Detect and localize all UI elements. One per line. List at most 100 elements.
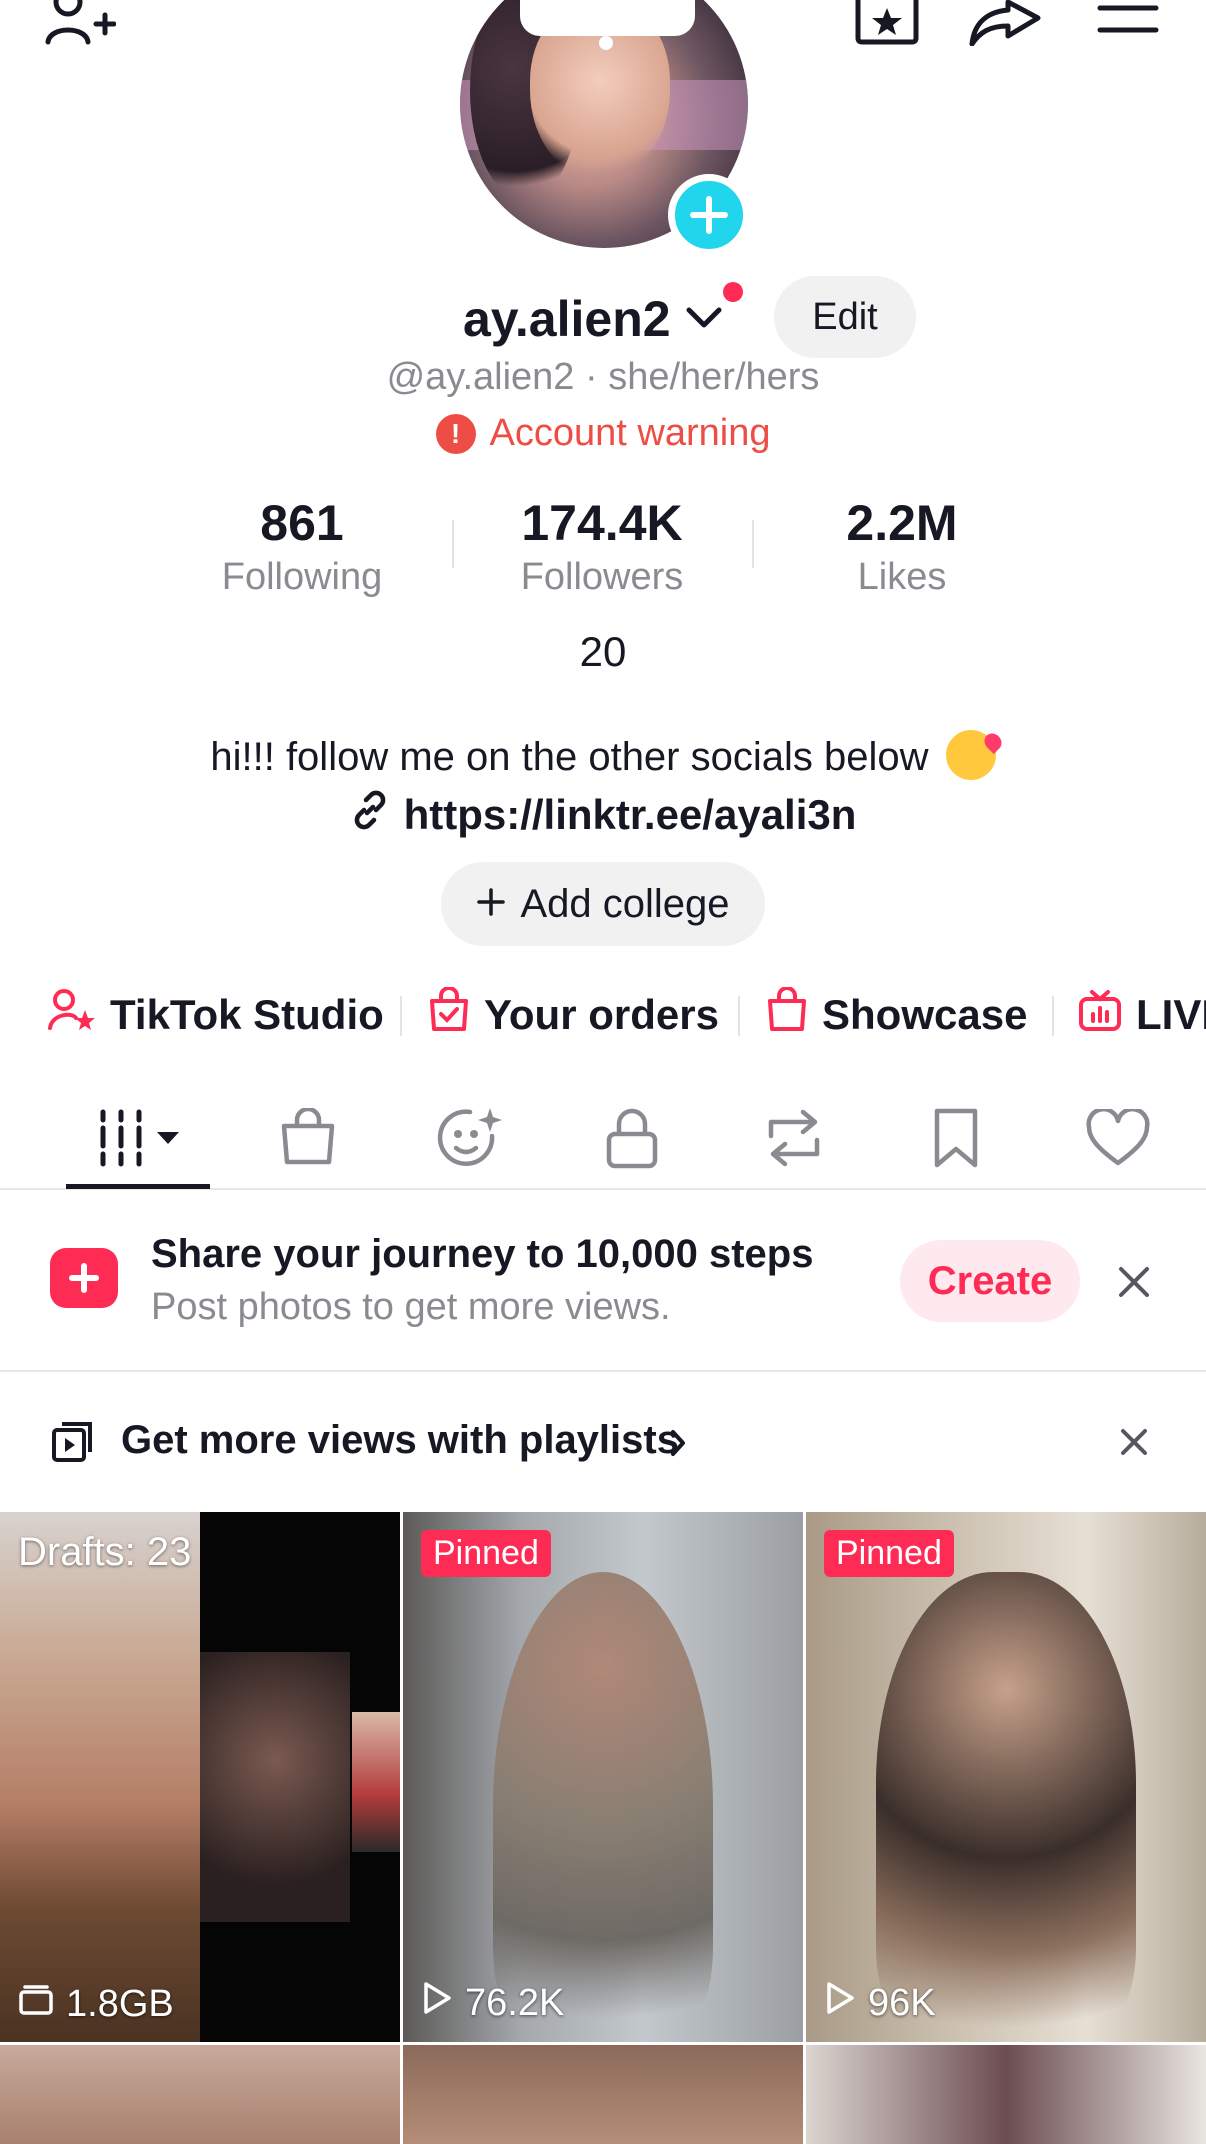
add-college-button[interactable]: Add college — [441, 862, 765, 946]
notification-dot — [723, 282, 743, 302]
steps-banner: Share your journey to 10,000 steps Post … — [0, 1192, 1206, 1372]
tile-stat-value: 1.8GB — [66, 1983, 174, 2025]
draft-thumbnail — [352, 1712, 400, 1852]
plus-icon — [476, 882, 506, 927]
lock-icon — [604, 1106, 660, 1175]
live-tv-icon — [1078, 988, 1122, 1042]
video-grid: Drafts: 23 1.8GB Pinned 76.2K Pinned 96K — [0, 1512, 1206, 2144]
tab-shop[interactable] — [258, 1100, 358, 1180]
add-friend-icon[interactable] — [40, 0, 120, 46]
play-icon — [421, 1980, 453, 2026]
handle-pronouns: @ay.alien2 · she/her/hers — [386, 356, 820, 398]
playlist-text: Get more views with playlists — [121, 1418, 679, 1462]
close-icon[interactable] — [1110, 1258, 1158, 1306]
tile-stat: 1.8GB — [18, 1983, 174, 2026]
shopping-bag-icon — [278, 1106, 338, 1173]
add-college-label: Add college — [520, 881, 730, 926]
orders-bag-icon — [428, 986, 470, 1043]
shortcut-row: TikTok Studio Your orders Showcase LIVE — [0, 980, 1206, 1060]
chevron-down-icon[interactable] — [686, 306, 722, 335]
shortcut-label: Your orders — [484, 991, 719, 1038]
video-tile[interactable] — [806, 2045, 1206, 2144]
share-arrow-icon[interactable] — [968, 0, 1042, 46]
stat-likes[interactable]: 2.2M Likes — [752, 494, 1052, 599]
star-box-icon[interactable] — [854, 0, 920, 46]
stat-followers[interactable]: 174.4K Followers — [452, 494, 752, 599]
tab-reposts[interactable] — [744, 1100, 844, 1180]
active-tab-indicator — [66, 1184, 210, 1189]
create-button[interactable]: Create — [900, 1240, 1080, 1322]
tile-stat: 96K — [824, 1980, 936, 2026]
draft-thumbnail — [200, 1652, 350, 1922]
video-tile[interactable] — [403, 2045, 803, 2144]
tile-stat: 76.2K — [421, 1980, 564, 2026]
divider — [1052, 996, 1054, 1036]
shortcut-your-orders[interactable]: Your orders — [428, 980, 719, 1050]
stat-value: 174.4K — [521, 495, 683, 551]
shortcut-label: TikTok Studio — [110, 991, 384, 1038]
tile-stat-value: 96K — [868, 1981, 936, 2024]
bio-link[interactable]: https://linktr.ee/ayali3n — [0, 790, 1206, 840]
warning-icon: ! — [435, 413, 476, 454]
smiling-hearts-emoji-icon — [945, 730, 996, 780]
close-icon[interactable] — [1110, 1418, 1158, 1466]
pinned-badge: Pinned — [824, 1530, 954, 1577]
link-icon — [350, 790, 390, 840]
banner-title: Share your journey to 10,000 steps — [151, 1232, 814, 1276]
shortcut-label: Showcase — [822, 991, 1028, 1038]
banner-subtitle: Post photos to get more views. — [151, 1286, 671, 1328]
divider — [400, 996, 402, 1036]
video-tile[interactable]: Pinned 76.2K — [403, 1512, 803, 2042]
video-thumbnail — [493, 1572, 713, 2042]
tile-stat-value: 76.2K — [465, 1981, 565, 2024]
stat-label: Followers — [520, 556, 684, 598]
shortcut-tiktok-studio[interactable]: TikTok Studio — [48, 980, 384, 1050]
shortcut-label: LIVE — [1136, 991, 1206, 1038]
drafts-count: Drafts: 23 — [18, 1530, 192, 1574]
shortcut-showcase[interactable]: Showcase — [766, 980, 1027, 1050]
account-warning-label: Account warning — [489, 412, 771, 454]
age-text: 20 — [579, 628, 627, 675]
tab-ai-self[interactable] — [420, 1100, 520, 1180]
video-tile[interactable]: Pinned 96K — [806, 1512, 1206, 2042]
draft-thumbnail — [0, 1512, 200, 2042]
divider — [738, 996, 740, 1036]
chevron-right-icon — [668, 1428, 688, 1463]
tab-liked[interactable] — [1068, 1100, 1168, 1180]
add-photo-icon — [50, 1248, 118, 1308]
username-row: ay.alien2 — [0, 282, 1206, 362]
shopping-bag-icon — [766, 986, 808, 1043]
playlist-promo[interactable]: Get more views with playlists — [0, 1374, 1206, 1510]
tab-private[interactable] — [582, 1100, 682, 1180]
profile-stats: 861 Following 174.4K Followers 2.2M Like… — [0, 494, 1206, 604]
stat-value: 2.2M — [846, 495, 958, 551]
stat-following[interactable]: 861 Following — [152, 494, 452, 599]
play-icon — [824, 1980, 856, 2026]
drafts-box-icon — [18, 1983, 54, 2026]
bio-text: hi!!! follow me on the other socials bel… — [210, 735, 929, 779]
bookmark-icon — [931, 1107, 981, 1174]
bio: hi!!! follow me on the other socials bel… — [0, 730, 1206, 780]
profile-tabs — [0, 1090, 1206, 1190]
grid-bars-icon — [95, 1108, 191, 1173]
account-warning[interactable]: ! Account warning — [0, 412, 1206, 455]
heart-icon — [1085, 1106, 1151, 1172]
edit-profile-button[interactable]: Edit — [774, 276, 916, 358]
stat-value: 861 — [260, 495, 344, 551]
video-thumbnail — [876, 1572, 1136, 2042]
sparkle-face-icon — [436, 1106, 504, 1175]
shortcut-live[interactable]: LIVE — [1078, 980, 1206, 1050]
stat-label: Likes — [857, 556, 947, 598]
video-tile-drafts[interactable]: Drafts: 23 1.8GB — [0, 1512, 400, 2042]
link-text: https://linktr.ee/ayali3n — [403, 791, 857, 838]
tab-favorites[interactable] — [906, 1100, 1006, 1180]
playlist-icon — [50, 1420, 94, 1469]
hamburger-menu-icon[interactable] — [1096, 0, 1160, 46]
username[interactable]: ay.alien2 — [463, 290, 671, 348]
video-tile[interactable] — [0, 2045, 400, 2144]
repost-icon — [761, 1108, 827, 1173]
add-story-button[interactable] — [668, 174, 750, 256]
stat-label: Following — [221, 556, 383, 598]
tab-videos[interactable] — [88, 1100, 198, 1180]
pinned-badge: Pinned — [421, 1530, 551, 1577]
